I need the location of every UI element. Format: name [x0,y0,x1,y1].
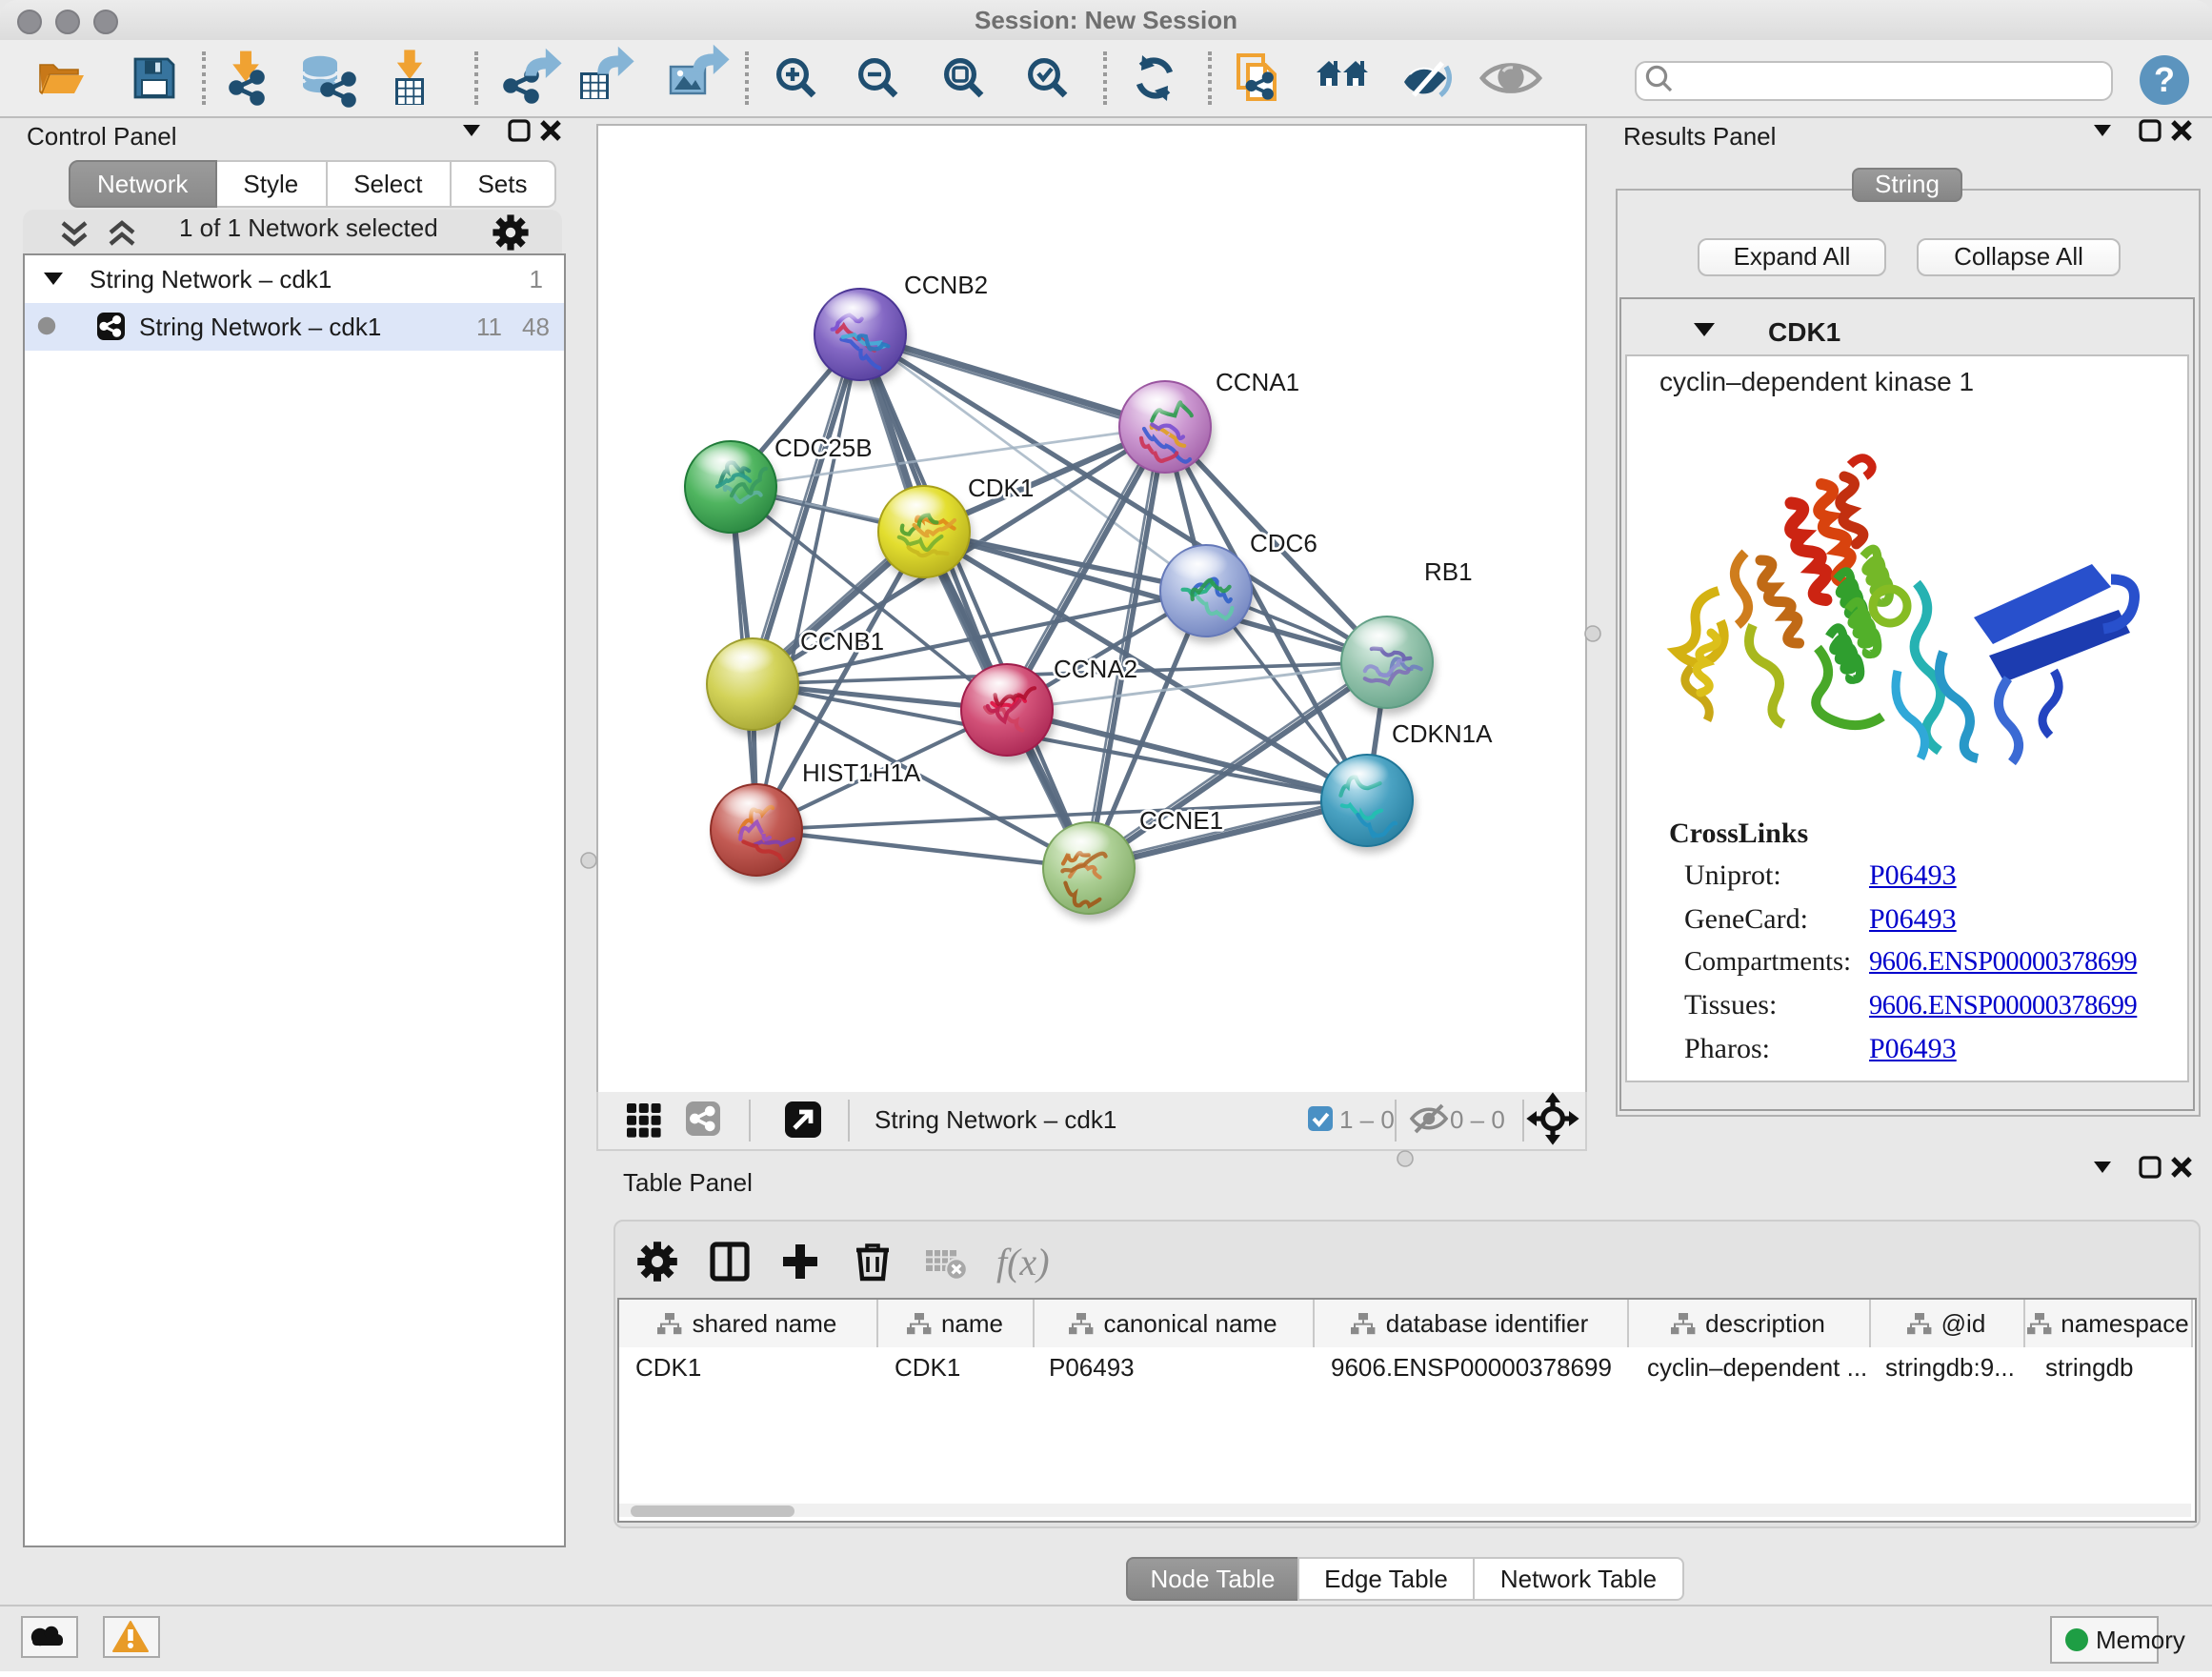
svg-text:CCNB2: CCNB2 [904,271,988,299]
svg-text:CCNA2: CCNA2 [1054,655,1137,683]
svg-text:CDC6: CDC6 [1250,529,1317,557]
svg-text:CCNB1: CCNB1 [800,627,884,656]
svg-text:f(x): f(x) [996,1241,1050,1283]
svg-text:CDKN1A: CDKN1A [1392,719,1493,748]
svg-text:?: ? [2154,60,2175,99]
svg-text:HIST1H1A: HIST1H1A [802,758,921,787]
svg-text:CCNA1: CCNA1 [1216,368,1299,396]
svg-text:CCNE1: CCNE1 [1139,806,1223,835]
svg-text:RB1: RB1 [1424,557,1473,586]
svg-text:CDC25B: CDC25B [774,434,873,462]
svg-text:CDK1: CDK1 [968,474,1034,502]
